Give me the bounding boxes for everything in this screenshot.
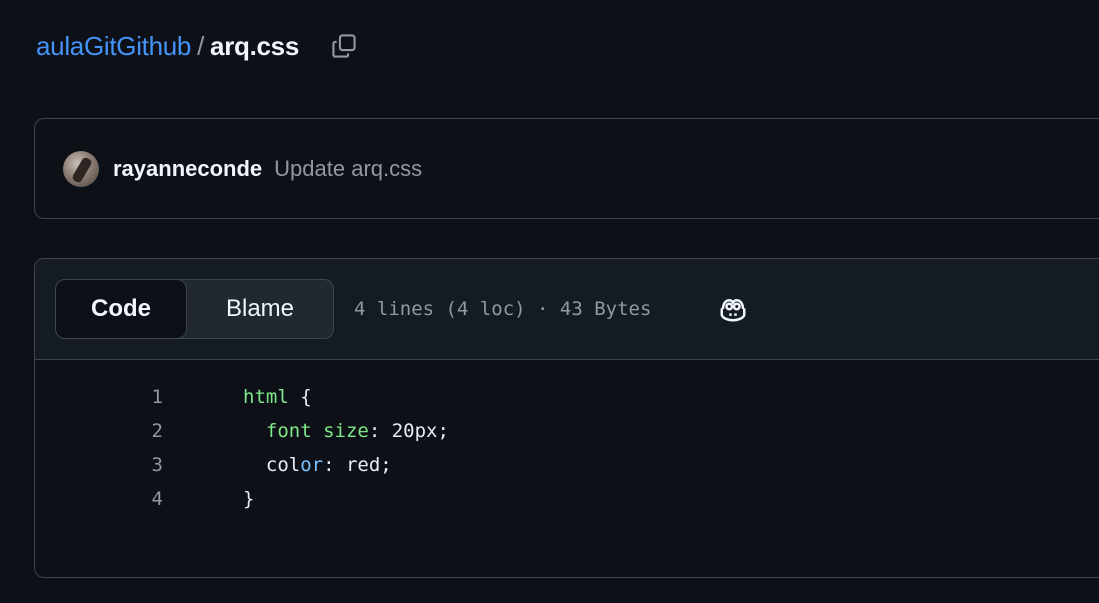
code-token: html	[243, 386, 289, 408]
code-token: {	[288, 386, 312, 408]
copilot-button[interactable]	[717, 293, 749, 325]
latest-commit-box: rayanneconde Update arq.css	[34, 118, 1099, 219]
tab-blame[interactable]: Blame	[187, 280, 333, 338]
file-meta: 4 lines (4 loc) · 43 Bytes	[354, 298, 652, 320]
file-viewer: Code Blame 4 lines (4 loc) · 43 Bytes 1 h…	[34, 258, 1099, 578]
code-line: 4}	[35, 482, 1099, 516]
line-content: }	[243, 488, 254, 510]
copilot-icon	[720, 299, 746, 322]
file-header: Code Blame 4 lines (4 loc) · 43 Bytes	[35, 259, 1099, 360]
line-content: color: red;	[243, 454, 392, 476]
copy-path-button[interactable]	[327, 29, 361, 63]
code-token: }	[243, 488, 255, 510]
code-token: : red;	[323, 454, 392, 476]
tab-code[interactable]: Code	[55, 279, 187, 339]
commit-message[interactable]: Update arq.css	[274, 156, 422, 182]
code-line: 2 font size: 20px;	[35, 414, 1099, 448]
line-content: html {	[243, 386, 312, 408]
avatar[interactable]	[63, 150, 99, 187]
code-token: col	[243, 454, 301, 476]
line-content: font size: 20px;	[243, 420, 449, 442]
breadcrumb: aulaGitGithub / arq.css	[36, 26, 361, 66]
file-name: arq.css	[210, 30, 299, 61]
code-line: 1 html {	[35, 380, 1099, 414]
line-number[interactable]: 3	[35, 454, 163, 476]
view-toggle: Code Blame	[55, 279, 334, 339]
file-page: aulaGitGithub / arq.css rayanneconde Upd…	[0, 0, 1099, 603]
copy-icon	[332, 34, 356, 58]
line-number[interactable]: 4	[35, 488, 163, 510]
code-token: or	[300, 454, 324, 476]
line-number[interactable]: 1	[35, 386, 163, 408]
breadcrumb-separator: /	[197, 30, 205, 61]
repo-link[interactable]: aulaGitGithub	[36, 31, 191, 62]
code-token: : 20px;	[368, 420, 449, 442]
code-body: 1 html {2 font size: 20px; 3 color: red; 4}	[35, 360, 1099, 516]
code-token: font size	[243, 420, 369, 442]
line-number[interactable]: 2	[35, 420, 163, 442]
commit-author[interactable]: rayanneconde	[113, 156, 262, 182]
code-line: 3 color: red;	[35, 448, 1099, 482]
